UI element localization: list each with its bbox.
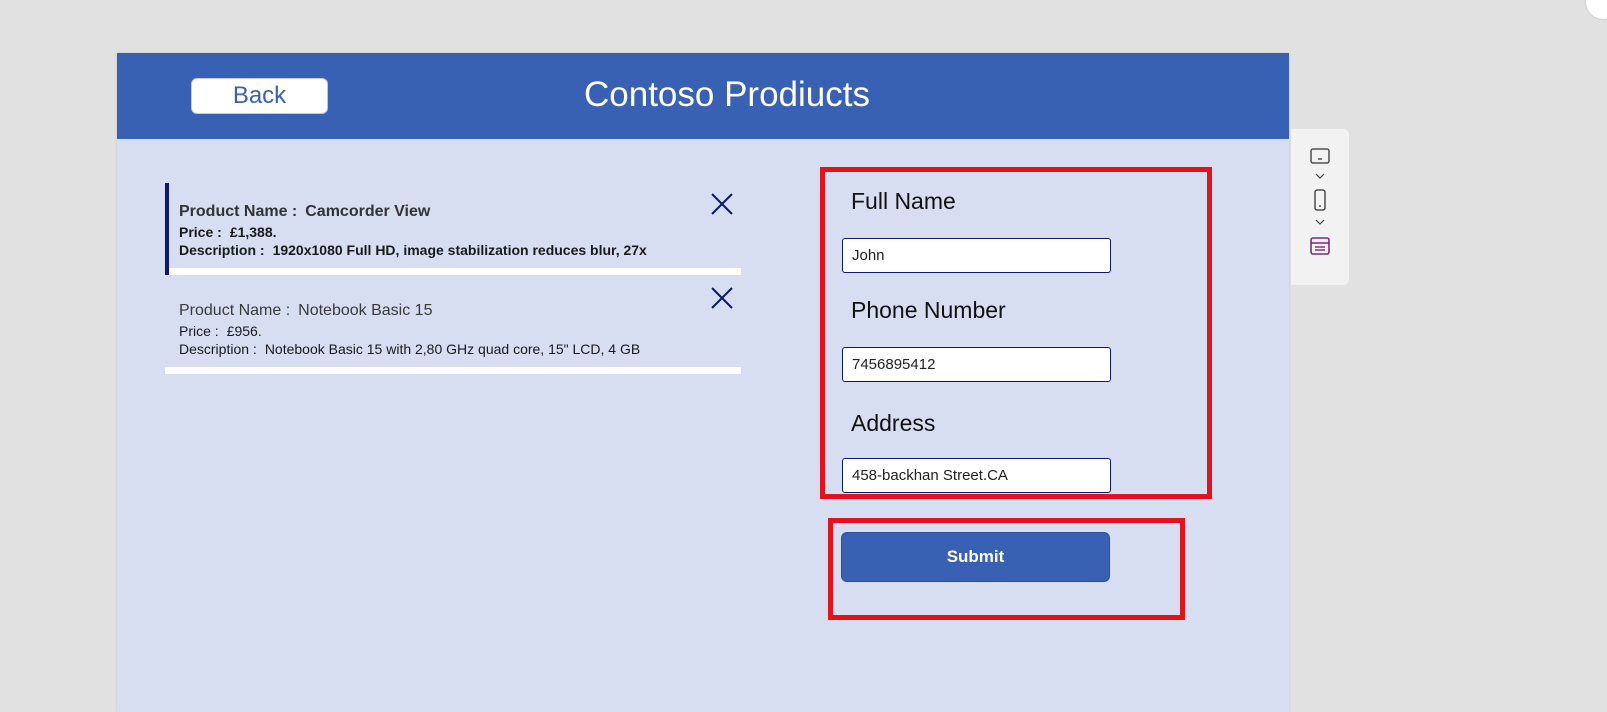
description-row: Description : 1920x1080 Full HD, image st… [179, 242, 647, 258]
product-name-row: Product Name : Camcorder View [179, 203, 430, 221]
gallery-item[interactable]: Product Name : Notebook Basic 15 Price : £… [165, 275, 741, 374]
close-x-icon[interactable] [709, 285, 735, 311]
phone-number-label: Phone Number [851, 297, 1006, 323]
description-value: 1920x1080 Full HD, image stabilization r… [272, 242, 647, 258]
price-label: Price : [179, 323, 219, 339]
phone-layout-icon[interactable] [1309, 189, 1331, 211]
product-gallery: Product Name : Camcorder View Price : £1,3… [165, 183, 741, 374]
price-value: £956. [226, 323, 262, 339]
chevron-down-icon[interactable] [1313, 171, 1327, 181]
description-label: Description : [179, 242, 265, 258]
page-title: Contoso Prodiucts [584, 75, 870, 114]
app-canvas: Back Contoso Prodiucts Product Name : Cam… [117, 53, 1289, 712]
form-icon[interactable] [1309, 235, 1331, 257]
chevron-down-icon[interactable] [1313, 217, 1327, 227]
description-label: Description : [179, 341, 257, 357]
submit-highlight-box: Submit [828, 518, 1185, 620]
price-label: Price : [179, 224, 222, 240]
corner-circle [1585, 0, 1607, 20]
product-name-label: Product Name : [179, 302, 291, 319]
description-value: Notebook Basic 15 with 2,80 GHz quad cor… [264, 341, 641, 357]
form-highlight-box: Full Name John Phone Number 7456895412 A… [820, 167, 1212, 499]
price-value: £1,388. [229, 224, 277, 240]
tablet-layout-icon[interactable] [1309, 145, 1331, 167]
back-button[interactable]: Back [191, 78, 328, 114]
address-field[interactable]: 458-backhan Street.CA [842, 458, 1111, 493]
phone-number-field[interactable]: 7456895412 [842, 347, 1111, 382]
product-name-row: Product Name : Notebook Basic 15 [179, 302, 432, 320]
full-name-label: Full Name [851, 188, 956, 214]
product-name-label: Product Name : [179, 203, 298, 220]
submit-button[interactable]: Submit [841, 532, 1110, 582]
price-row: Price : £956. [179, 323, 262, 339]
side-toolbar [1291, 129, 1349, 285]
address-label: Address [851, 410, 936, 436]
gallery-item[interactable]: Product Name : Camcorder View Price : £1,3… [165, 183, 741, 275]
description-row: Description : Notebook Basic 15 with 2,80… [179, 341, 640, 357]
price-row: Price : £1,388. [179, 224, 277, 240]
product-name-value: Camcorder View [305, 203, 431, 220]
full-name-field[interactable]: John [842, 238, 1111, 273]
product-name-value: Notebook Basic 15 [298, 302, 433, 319]
close-x-icon[interactable] [709, 191, 735, 217]
header-bar: Back Contoso Prodiucts [117, 53, 1289, 139]
